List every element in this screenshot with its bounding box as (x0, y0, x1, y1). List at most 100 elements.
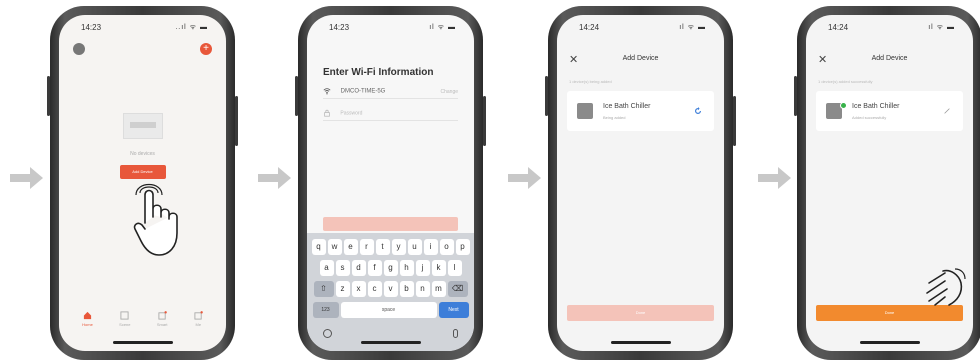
device-card[interactable]: Ice Bath Chiller Being added (567, 91, 714, 131)
arrow-right-icon (10, 166, 44, 190)
keyboard-extras (317, 329, 464, 339)
key-j[interactable]: j (415, 260, 430, 276)
key-y[interactable]: y (391, 239, 406, 255)
wifi-name-field[interactable]: DMCO-TIME-5G Change (323, 87, 458, 99)
tutorial-strip: 14:23 ..ıl ᯤ ▬ + No devices Add Device H… (0, 0, 980, 360)
phone-adding-screen: 14:24 ıl ᯤ ▬ ✕ Add Device 1 device(s) be… (545, 6, 736, 360)
keyboard-row: ⇧ z x c v b n m ⌫ (310, 281, 471, 297)
status-bar: 14:23 ..ıl ᯤ ▬ (59, 21, 226, 35)
key-o[interactable]: o (439, 239, 454, 255)
key-e[interactable]: e (343, 239, 358, 255)
refresh-icon (695, 107, 701, 114)
onscreen-keyboard: q w e r t y u i o p a s d f g h j k l ⇧ … (307, 233, 474, 351)
arrow-right-icon (508, 166, 542, 190)
add-device-button[interactable]: Add Device (119, 165, 166, 179)
key-l[interactable]: l (447, 260, 462, 276)
status-time: 14:24 (828, 23, 849, 32)
profile-avatar[interactable] (73, 43, 85, 55)
tab-home[interactable]: Home (82, 311, 93, 327)
key-n[interactable]: n (415, 281, 430, 297)
key-f[interactable]: f (367, 260, 382, 276)
key-v[interactable]: v (383, 281, 398, 297)
status-icons: ıl ᯤ ▬ (429, 24, 456, 31)
edit-icon[interactable] (943, 107, 951, 115)
screen: 14:23 ıl ᯤ ▬ Enter Wi-Fi Information DMC… (307, 15, 474, 351)
space-key[interactable]: space (340, 302, 437, 318)
key-w[interactable]: w (327, 239, 342, 255)
phone-home-screen: 14:23 ..ıl ᯤ ▬ + No devices Add Device H… (47, 6, 238, 360)
status-time: 14:23 (329, 23, 350, 32)
status-icons: ıl ᯤ ▬ (928, 24, 955, 31)
backspace-key[interactable]: ⌫ (447, 281, 468, 297)
key-m[interactable]: m (431, 281, 446, 297)
screen: 14:23 ..ıl ᯤ ▬ + No devices Add Device H… (59, 15, 226, 351)
adding-hint: 1 device(s) being added (569, 79, 612, 84)
tab-label: Me (195, 322, 202, 327)
keyboard-row: a s d f g h j k l (310, 260, 471, 276)
key-d[interactable]: d (351, 260, 366, 276)
smart-icon (158, 311, 167, 320)
bottom-tab-bar: Home Scene Smart Me (59, 311, 226, 335)
key-a[interactable]: a (319, 260, 334, 276)
home-indicator (360, 341, 421, 344)
password-field[interactable]: Password (323, 109, 458, 121)
phone-added-screen: 14:24 ıl ᯤ ▬ ✕ Add Device 1 device(s) ad… (794, 6, 980, 360)
tab-scene[interactable]: Scene (119, 311, 131, 327)
status-bar: 14:24 ıl ᯤ ▬ (806, 21, 973, 35)
home-indicator (859, 341, 920, 344)
device-card[interactable]: Ice Bath Chiller Added successfully (816, 91, 963, 131)
phone-wifi-screen: 14:23 ıl ᯤ ▬ Enter Wi-Fi Information DMC… (295, 6, 486, 360)
wifi-name: DMCO-TIME-5G (340, 88, 386, 95)
key-g[interactable]: g (383, 260, 398, 276)
tab-smart[interactable]: Smart (157, 311, 168, 327)
shift-key[interactable]: ⇧ (313, 281, 334, 297)
device-thumbnail (577, 103, 593, 119)
key-x[interactable]: x (351, 281, 366, 297)
key-c[interactable]: c (367, 281, 382, 297)
add-plus-button[interactable]: + (200, 43, 212, 55)
scene-icon (120, 311, 129, 320)
home-icon (83, 311, 92, 320)
status-bar: 14:23 ıl ᯤ ▬ (307, 21, 474, 35)
status-icons: ıl ᯤ ▬ (679, 24, 706, 31)
keyboard-row: 123 space Next (310, 302, 471, 318)
change-wifi-link[interactable]: Change (440, 89, 458, 95)
device-name: Ice Bath Chiller (852, 103, 900, 110)
key-t[interactable]: t (375, 239, 390, 255)
check-icon (840, 102, 847, 109)
key-r[interactable]: r (359, 239, 374, 255)
key-b[interactable]: b (399, 281, 414, 297)
key-q[interactable]: q (311, 239, 326, 255)
status-time: 14:24 (579, 23, 600, 32)
key-h[interactable]: h (399, 260, 414, 276)
numbers-key[interactable]: 123 (312, 302, 339, 318)
page-title: Add Device (622, 55, 659, 62)
tab-label: Home (82, 322, 93, 327)
key-z[interactable]: z (335, 281, 350, 297)
home-indicator (112, 341, 173, 344)
added-hint: 1 device(s) added successfully (818, 79, 873, 84)
mic-icon[interactable] (453, 329, 458, 338)
password-placeholder: Password (340, 110, 363, 117)
keyboard-row: q w e r t y u i o p (310, 239, 471, 255)
done-button[interactable]: Done (567, 305, 714, 321)
go-key[interactable]: Next (438, 302, 469, 318)
tab-me[interactable]: Me (194, 311, 203, 327)
emoji-icon[interactable] (323, 329, 332, 338)
status-time: 14:23 (81, 23, 102, 32)
hand-tap-icon (915, 267, 967, 311)
key-i[interactable]: i (423, 239, 438, 255)
profile-icon (194, 311, 203, 320)
key-k[interactable]: k (431, 260, 446, 276)
tab-label: Smart (156, 322, 168, 327)
next-button[interactable] (323, 217, 458, 231)
key-s[interactable]: s (335, 260, 350, 276)
screen: 14:24 ıl ᯤ ▬ ✕ Add Device 1 device(s) ad… (806, 15, 973, 351)
status-bar: 14:24 ıl ᯤ ▬ (557, 21, 724, 35)
wifi-icon (323, 88, 331, 95)
screen: 14:24 ıl ᯤ ▬ ✕ Add Device 1 device(s) be… (557, 15, 724, 351)
empty-device-illustration (122, 113, 163, 139)
key-u[interactable]: u (407, 239, 422, 255)
key-p[interactable]: p (455, 239, 470, 255)
no-device-text: No devices (130, 151, 155, 157)
